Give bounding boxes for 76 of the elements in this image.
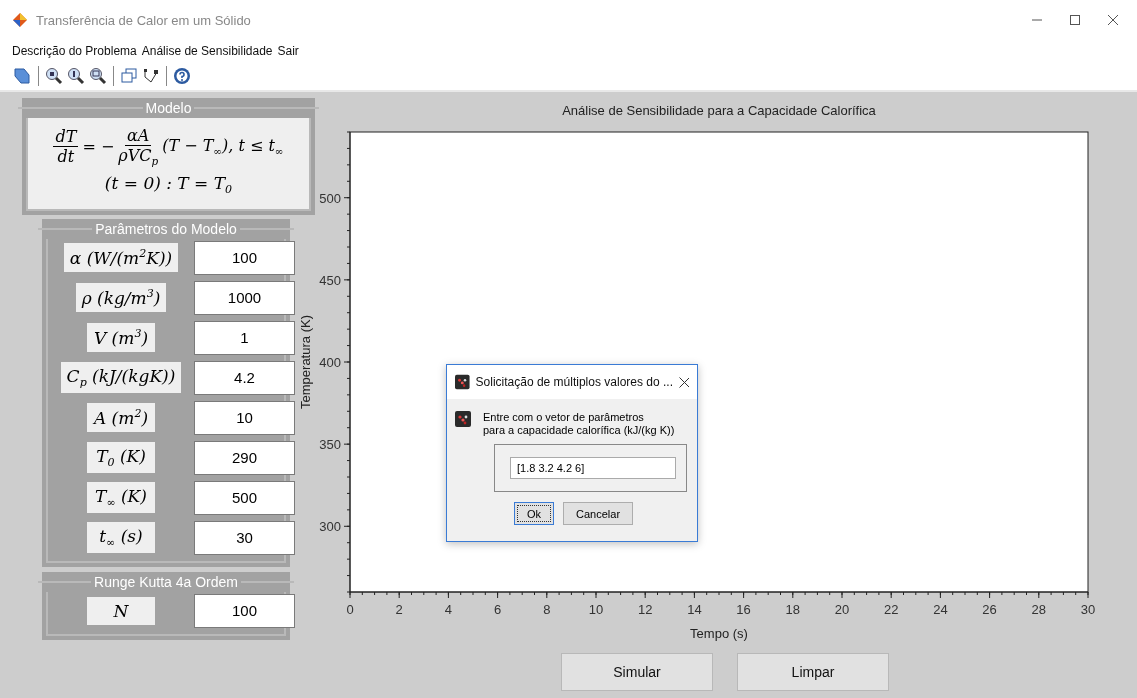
- fraction-numerator: αA: [125, 126, 152, 146]
- parameter-label: N: [87, 596, 155, 625]
- tick-label: 22: [883, 602, 899, 617]
- dialog-title: Solicitação de múltiplos valores do ...: [475, 375, 673, 389]
- tick-label: 14: [687, 602, 702, 617]
- app-icon: [455, 374, 470, 390]
- parameter-field[interactable]: 4.2: [194, 360, 295, 395]
- tick-label: 8: [543, 602, 551, 617]
- tick-label: 500: [319, 190, 341, 206]
- parameter-field[interactable]: 10: [194, 400, 295, 435]
- tick-label: 6: [494, 602, 502, 617]
- tick-label: 400: [319, 355, 341, 370]
- axis-label: Temperatura (K): [298, 315, 313, 409]
- tick-label: 30: [1080, 602, 1096, 617]
- group-title: Runge Kutta 4a Ordem: [94, 573, 238, 590]
- fraction-numerator: dT: [53, 127, 79, 148]
- parameter-label: C$_{p}$ (kJ/(kgK)): [60, 361, 182, 394]
- parameter-field[interactable]: 30: [194, 520, 295, 555]
- datatip-icon[interactable]: [142, 67, 160, 85]
- parameter-label: T$_{0}$ (K): [87, 441, 155, 474]
- parameter-field[interactable]: 290: [194, 440, 295, 475]
- app-icon: [455, 411, 471, 427]
- group-title: Parâmetros do Modelo: [95, 220, 237, 237]
- dialog-button[interactable]: Cancelar: [563, 502, 634, 525]
- menu-item[interactable]: Sair: [277, 44, 299, 58]
- parameter-label: V (m$^{3}$): [87, 323, 155, 352]
- equation-operator: = −: [82, 137, 115, 157]
- tick-label: 300: [319, 519, 341, 535]
- tick-label: 2: [395, 602, 403, 617]
- zoom-reset-icon[interactable]: [67, 67, 85, 85]
- parameter-field[interactable]: 1000: [194, 280, 295, 315]
- tick-label: 26: [982, 602, 997, 617]
- axis-label: Tempo (s): [690, 626, 748, 641]
- fraction-denominator: dt: [57, 147, 75, 167]
- parameter-field[interactable]: 1: [194, 320, 295, 355]
- maximize-icon[interactable]: [1069, 14, 1081, 26]
- parameter-field[interactable]: 500: [194, 480, 295, 515]
- zoom-in-icon[interactable]: [45, 67, 63, 85]
- parameter-label: ρ (kg/m$^{3}$): [75, 283, 167, 312]
- windows-icon[interactable]: [120, 67, 138, 85]
- app-icon: [12, 12, 28, 28]
- dialog-button[interactable]: Ok: [514, 502, 555, 525]
- dialog-message: para a capacidade calorífica (kJ/(kg K)): [483, 424, 675, 437]
- parameter-label: t$_{∞}$ (s): [87, 521, 155, 554]
- zoom-out-icon[interactable]: [89, 67, 107, 85]
- parameter-label: A (m$^{2}$): [87, 403, 155, 432]
- close-icon[interactable]: [1107, 14, 1119, 26]
- tick-label: 450: [319, 272, 341, 288]
- input-field[interactable]: [1.8 3.2 4.2 6]: [510, 457, 676, 479]
- chart-title: Análise de Sensibilidade para a Capacidade Calorífica: [562, 103, 876, 118]
- dialog-message: Entre com o vetor de parâmetros: [483, 411, 645, 424]
- parameter-field[interactable]: 100: [194, 593, 295, 628]
- tick-label: 4: [444, 602, 452, 617]
- tick-label: 18: [785, 602, 801, 617]
- close-icon[interactable]: [679, 376, 689, 388]
- action-button[interactable]: Simular: [561, 653, 713, 691]
- tick-label: 28: [1031, 602, 1047, 617]
- parameter-field[interactable]: 100: [194, 240, 295, 275]
- tick-label: 24: [933, 602, 948, 617]
- menu-item[interactable]: Análise de Sensibilidade: [141, 44, 273, 58]
- parameter-label: T$_{∞}$ (K): [87, 481, 155, 514]
- menu-item[interactable]: Descrição do Problema: [12, 44, 137, 58]
- tick-label: 350: [319, 437, 341, 453]
- parameter-label: α (W/(m$^{2}$K)): [63, 243, 179, 272]
- tick-label: 20: [834, 602, 850, 617]
- tick-label: 16: [736, 602, 751, 617]
- window-title: Transferência de Calor em um Sólido: [36, 12, 252, 28]
- action-button[interactable]: Limpar: [737, 653, 889, 691]
- fraction-denominator: ρVC$_{p}$: [118, 146, 159, 168]
- initial-condition: (t = 0) : T = T$_{0}$: [104, 173, 233, 197]
- tick-label: 10: [588, 602, 604, 617]
- group-title: Modelo: [145, 100, 192, 116]
- help-icon[interactable]: [173, 67, 191, 85]
- tick-label: 0: [346, 602, 354, 617]
- equation-text: (T − T$_{∞}$), t ≤ t$_{∞}$: [162, 136, 284, 158]
- tick-label: 12: [637, 602, 653, 617]
